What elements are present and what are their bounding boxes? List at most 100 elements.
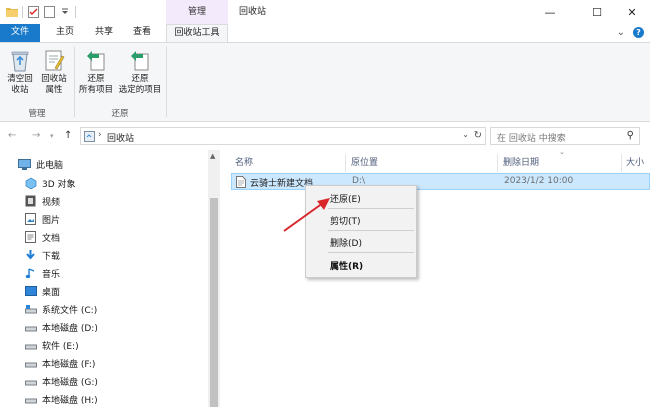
column-header-date-deleted[interactable]: 删除日期 [503,154,539,172]
menu-divider [328,230,414,231]
drive-icon [24,303,37,315]
restore-all-label-2: 所有项目 [78,85,113,95]
nav-item-label: 本地磁盘 (H:) [42,395,98,406]
toolbar-divider [75,5,76,18]
nav-item-desktop[interactable]: 桌面 [24,281,60,301]
computer-icon [18,158,31,170]
new-folder-icon[interactable] [43,5,55,18]
back-arrow-icon[interactable]: ← [8,130,16,141]
restore-all-icon [83,47,109,73]
navigation-pane: 此电脑 3D 对象 视频 图片 文档 下载 音乐 桌面 系统文件 (C:) 本地… [0,150,220,407]
file-name: 云骑士新建文档 [250,179,314,189]
group-divider [166,47,167,117]
nav-item-label: 图片 [42,215,61,226]
restore-selected-label-1: 还原 [131,74,149,84]
menu-item-cut[interactable]: 剪切(T) [330,214,361,227]
nav-item-label: 文档 [42,233,61,244]
tab-file[interactable]: 文件 [0,24,40,42]
menu-item-properties[interactable]: 属性(R) [330,259,363,272]
address-bar[interactable]: › 回收站 ⌄ ↻ [80,127,486,145]
nav-item-label: 本地磁盘 (F:) [42,359,96,370]
properties-label-2: 属性 [45,85,63,95]
tab-view[interactable]: 查看 [126,24,158,42]
group-divider [74,47,75,117]
scroll-up-icon[interactable]: ▲ [210,152,215,160]
nav-item-music[interactable]: 音乐 [24,263,60,283]
up-arrow-icon[interactable]: ↑ [64,130,72,141]
tab-share[interactable]: 共享 [88,24,120,42]
properties-icon [41,47,67,73]
search-icon[interactable]: ⚲ [627,130,634,141]
ribbon-tabs: 文件 主页 共享 查看 回收站工具 ⌄ ? [0,24,650,43]
properties-check-icon[interactable] [27,5,39,18]
title-bar: 管理 回收站 — ☐ ✕ [0,0,650,24]
restore-selected-button[interactable]: 还原 选定的项目 [117,47,163,96]
drive-icon [24,375,37,387]
recycle-bin-icon [7,47,33,73]
nav-item-drive-e[interactable]: 软件 (E:) [24,335,79,355]
column-divider[interactable] [345,154,346,172]
empty-recycle-bin-button[interactable]: 清空回 收站 [4,47,36,96]
restore-selected-label-2: 选定的项目 [118,85,162,95]
quick-access-toolbar [6,5,76,18]
group-restore-label: 还原 [111,109,129,119]
nav-item-downloads[interactable]: 下载 [24,245,60,265]
nav-item-documents[interactable]: 文档 [24,227,60,247]
nav-item-label: 视频 [42,197,61,208]
sort-indicator-icon: ⌄ [559,148,565,156]
nav-item-label: 本地磁盘 (D:) [42,323,98,334]
nav-item-pictures[interactable]: 图片 [24,209,60,229]
refresh-icon[interactable]: ↻ [474,130,482,141]
breadcrumb-chevron-icon[interactable]: › [98,130,102,140]
column-header-original-location[interactable]: 原位置 [351,154,378,172]
nav-item-drive-c[interactable]: 系统文件 (C:) [24,299,97,319]
recycle-bin-properties-button[interactable]: 回收站 属性 [38,47,70,96]
scrollbar-thumb[interactable] [210,198,218,407]
column-divider[interactable] [621,154,622,172]
nav-item-drive-d[interactable]: 本地磁盘 (D:) [24,317,98,337]
chevron-down-icon[interactable]: ⌄ [617,27,625,38]
breadcrumb[interactable]: 回收站 [107,131,134,144]
navigation-scrollbar[interactable]: ▲ [208,150,220,407]
tab-home[interactable]: 主页 [50,24,80,42]
customize-dropdown-icon[interactable] [59,5,71,18]
table-row[interactable]: 云骑士新建文档 D:\ 2023/1/2 10:00 [231,173,650,190]
recycle-bin-small-icon [84,131,95,145]
manage-context-tab: 管理 [166,0,228,24]
menu-item-restore[interactable]: 还原(E) [330,192,361,205]
recent-locations-chevron-icon[interactable]: ▾ [50,132,54,140]
help-icon[interactable]: ? [633,27,644,38]
menu-item-delete[interactable]: 删除(D) [330,236,362,249]
minimize-button[interactable]: — [530,0,570,24]
nav-item-this-pc[interactable]: 此电脑 [18,154,63,174]
drive-icon [24,393,37,405]
nav-item-label: 桌面 [42,287,61,298]
documents-icon [24,231,37,243]
nav-item-3d-objects[interactable]: 3D 对象 [24,173,76,193]
nav-item-drive-h[interactable]: 本地磁盘 (H:) [24,389,98,407]
search-input[interactable]: 在 回收站 中搜索 ⚲ [490,127,640,145]
restore-all-button[interactable]: 还原 所有项目 [77,47,115,96]
address-dropdown-icon[interactable]: ⌄ [462,130,469,139]
restore-selected-icon [127,47,153,73]
maximize-button[interactable]: ☐ [577,0,617,24]
group-manage-label: 管理 [28,109,46,119]
menu-divider [328,208,414,209]
drive-icon [24,321,37,333]
nav-item-label: 音乐 [42,269,61,280]
drive-icon [24,357,37,369]
nav-item-video[interactable]: 视频 [24,191,60,211]
address-row: ← → ▾ ↑ › 回收站 ⌄ ↻ 在 回收站 中搜索 ⚲ [0,124,650,148]
column-header-size[interactable]: 大小 [626,154,644,172]
nav-item-drive-g[interactable]: 本地磁盘 (G:) [24,371,98,391]
ribbon-controls: ⌄ ? [617,27,644,38]
toolbar-divider [22,5,23,18]
forward-arrow-icon[interactable]: → [32,130,40,141]
tab-recycle-bin-tools[interactable]: 回收站工具 [166,24,228,43]
nav-item-drive-f[interactable]: 本地磁盘 (F:) [24,353,95,373]
desktop-icon [24,285,37,297]
file-date-deleted: 2023/1/2 10:00 [504,176,574,186]
column-divider[interactable] [497,154,498,172]
close-button[interactable]: ✕ [612,0,650,24]
column-header-name[interactable]: 名称 [235,154,253,172]
